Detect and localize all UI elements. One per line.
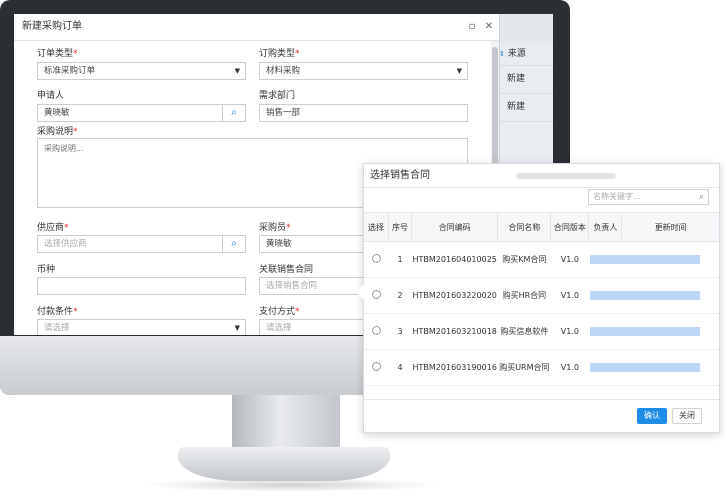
redacted-bar bbox=[589, 363, 700, 372]
row-number: 1 bbox=[388, 241, 412, 278]
close-icon[interactable]: ✕ bbox=[485, 21, 493, 32]
contract-version: V1.0 bbox=[550, 313, 589, 350]
select-sales-contract-dialog: 选择销售合同 名称关键字... ⌕ 选择 序号 合同编码 合同名称 合同版本 负… bbox=[356, 163, 720, 433]
payment-method-select[interactable]: 请选择 bbox=[259, 319, 364, 335]
contract-table: 选择 序号 合同编码 合同名称 合同版本 负责人 更新时间 1 HTBM2016… bbox=[364, 212, 719, 386]
description-label: 采购说明* bbox=[37, 127, 78, 137]
contract-version: V1.0 bbox=[550, 241, 589, 278]
contract-version: V1.0 bbox=[550, 349, 589, 386]
select-cell[interactable] bbox=[364, 313, 389, 350]
supplier-field[interactable]: 选择供应商 ⌕ bbox=[37, 235, 246, 253]
window-controls: ▫ ✕ bbox=[463, 14, 493, 40]
contract-code: HTBM201604010025 bbox=[411, 241, 498, 278]
window-title-bar: 新建采购订单 ▫ ✕ bbox=[14, 14, 499, 41]
department-field[interactable]: 销售一部 bbox=[259, 104, 468, 122]
scrollbar-thumb[interactable] bbox=[492, 47, 498, 177]
search-icon[interactable]: ⌕ bbox=[222, 235, 245, 253]
row-number: 4 bbox=[388, 349, 412, 386]
radio-button[interactable] bbox=[371, 326, 381, 335]
table-row[interactable]: 2 HTBM201603220020 购买HR合同 V1.0 bbox=[364, 277, 719, 314]
sales-contract-field[interactable]: 选择销售合同 bbox=[259, 277, 364, 295]
order-type-select[interactable]: 标准采购订单 ▼ bbox=[37, 62, 246, 80]
column-header: 负责人 bbox=[588, 212, 623, 242]
confirm-button[interactable]: 确认 bbox=[637, 408, 667, 424]
contract-code: HTBM201603210018 bbox=[411, 313, 498, 350]
radio-button[interactable] bbox=[371, 254, 381, 263]
close-button[interactable]: 关闭 bbox=[672, 408, 702, 424]
applicant-field[interactable]: 黄晓敏 ⌕ bbox=[37, 104, 246, 122]
purchase-type-label: 订购类型* bbox=[259, 49, 300, 59]
radio-button[interactable] bbox=[371, 290, 381, 299]
column-header: 序号 bbox=[388, 212, 412, 242]
column-header: 选择 bbox=[364, 212, 389, 242]
dialog-pointer bbox=[356, 284, 364, 300]
table-row[interactable]: 3 HTBM201603210018 购买信息软件 V1.0 bbox=[364, 313, 719, 350]
table-row[interactable]: 1 HTBM201604010025 购买KM合同 V1.0 bbox=[364, 241, 719, 278]
contract-table-header: 选择 序号 合同编码 合同名称 合同版本 负责人 更新时间 bbox=[364, 212, 719, 242]
contract-name: 购买HR合同 bbox=[497, 277, 551, 314]
payment-method-label: 支付方式* bbox=[259, 307, 300, 317]
currency-label: 币种 bbox=[37, 265, 56, 275]
contract-search-input[interactable]: 名称关键字... ⌕ bbox=[588, 189, 709, 205]
contract-code: HTBM201603190016 bbox=[411, 349, 498, 386]
order-type-label: 订单类型* bbox=[37, 49, 78, 59]
search-icon[interactable]: ⌕ bbox=[699, 190, 704, 204]
dropdown-caret-icon: ▼ bbox=[234, 324, 240, 332]
column-header: 合同名称 bbox=[497, 212, 552, 242]
supplier-label: 供应商* bbox=[37, 223, 69, 233]
column-header: 合同版本 bbox=[550, 212, 590, 242]
contract-code: HTBM201603220020 bbox=[411, 277, 498, 314]
redacted-bar bbox=[589, 291, 700, 300]
dialog-footer: 确认 关闭 bbox=[364, 399, 719, 432]
background-list-header-label: 来源 bbox=[507, 49, 526, 59]
purchase-type-select[interactable]: 材料采购 ▼ bbox=[259, 62, 468, 80]
table-row[interactable]: 4 HTBM201603190016 购买URM合同 V1.0 bbox=[364, 349, 719, 386]
select-cell[interactable] bbox=[364, 349, 389, 386]
applicant-label: 申请人 bbox=[37, 91, 65, 101]
radio-button[interactable] bbox=[371, 362, 381, 371]
title-placeholder-bar bbox=[516, 173, 616, 179]
select-cell[interactable] bbox=[364, 277, 389, 314]
monitor-stand-base bbox=[178, 447, 390, 481]
redacted-cell bbox=[588, 313, 719, 350]
search-icon[interactable]: ⌕ bbox=[222, 104, 245, 122]
select-cell[interactable] bbox=[364, 241, 389, 278]
background-list-cell: 新建 bbox=[507, 74, 526, 84]
dropdown-caret-icon: ▼ bbox=[456, 67, 462, 75]
contract-version: V1.0 bbox=[550, 277, 589, 314]
contract-name: 购买信息软件 bbox=[497, 313, 551, 350]
sales-contract-label: 关联销售合同 bbox=[259, 265, 314, 275]
buyer-field[interactable]: 黄晓敏 bbox=[259, 235, 364, 253]
row-number: 2 bbox=[388, 277, 412, 314]
buyer-label: 采购员* bbox=[259, 223, 291, 233]
row-number: 3 bbox=[388, 313, 412, 350]
currency-field[interactable] bbox=[37, 277, 246, 295]
monitor-stand-neck bbox=[232, 395, 340, 455]
redacted-cell bbox=[588, 277, 719, 314]
redacted-cell bbox=[588, 241, 719, 278]
window-title: 新建采购订单 bbox=[22, 21, 82, 32]
redacted-bar bbox=[589, 255, 700, 264]
maximize-icon[interactable]: ▫ bbox=[469, 21, 476, 32]
department-label: 需求部门 bbox=[259, 91, 296, 101]
column-header: 合同编码 bbox=[411, 212, 499, 242]
dropdown-caret-icon: ▼ bbox=[234, 67, 240, 75]
payment-terms-select[interactable]: 请选择 ▼ bbox=[37, 319, 246, 335]
dialog-title-bar: 选择销售合同 bbox=[364, 164, 719, 188]
redacted-bar bbox=[589, 327, 700, 336]
dialog-title: 选择销售合同 bbox=[370, 170, 430, 181]
redacted-cell bbox=[588, 349, 719, 386]
contract-name: 购买KM合同 bbox=[497, 241, 551, 278]
payment-terms-label: 付款条件* bbox=[37, 307, 78, 317]
contract-name: 购买URM合同 bbox=[497, 349, 551, 386]
background-list-cell: 新建 bbox=[507, 102, 526, 112]
column-header: 更新时间 bbox=[621, 212, 719, 242]
